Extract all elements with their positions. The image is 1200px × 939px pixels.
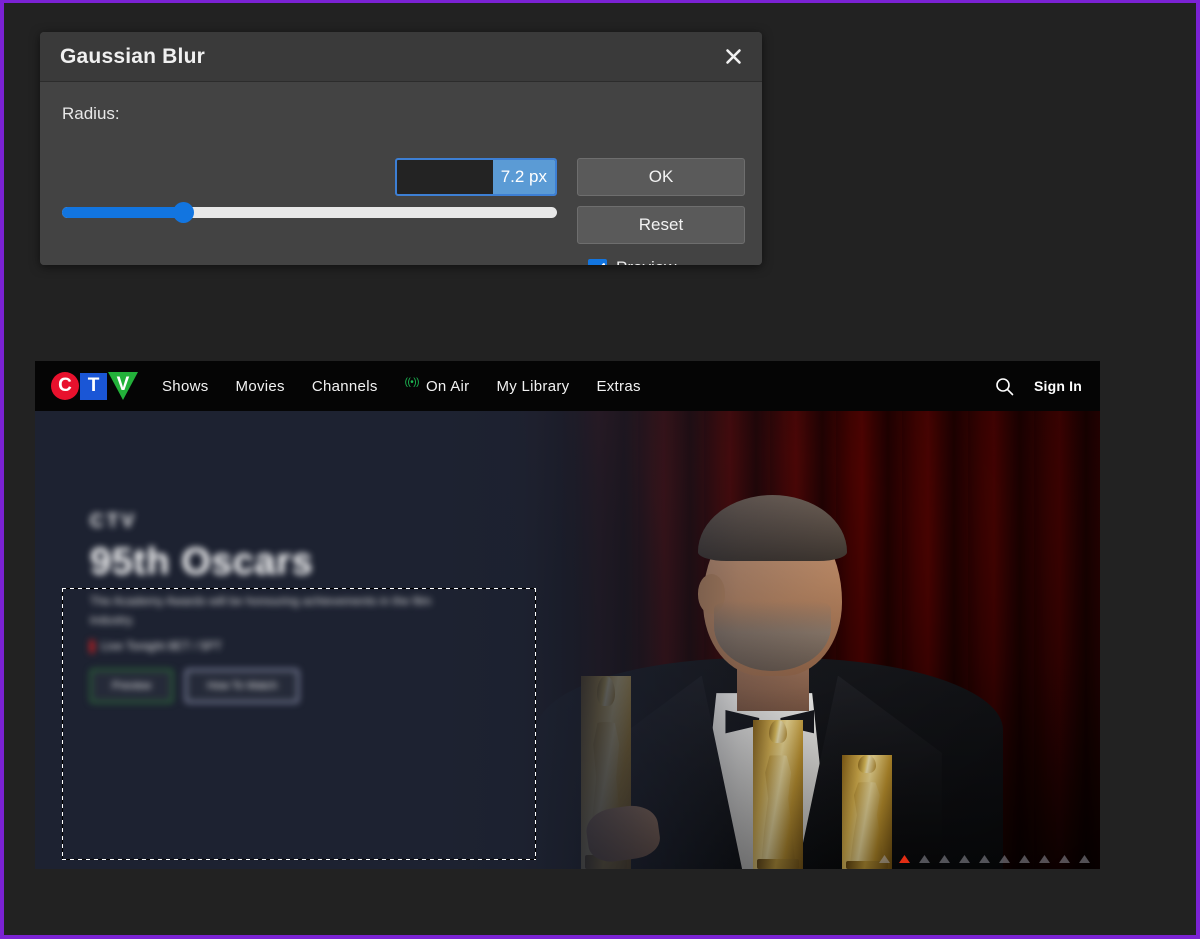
logo-c-circle: C xyxy=(51,372,79,400)
nav-links: Shows Movies Channels ((•)) On Air My Li… xyxy=(162,376,641,395)
live-indicator-bar xyxy=(90,639,94,653)
carousel-indicators xyxy=(879,855,1090,863)
radius-label: Radius: xyxy=(62,104,120,123)
sign-in-button[interactable]: Sign In xyxy=(1034,378,1082,394)
dialog-titlebar[interactable]: Gaussian Blur xyxy=(40,32,762,82)
broadcast-icon: ((•)) xyxy=(404,376,420,388)
checkbox-checked-icon[interactable] xyxy=(588,258,607,265)
carousel-dot[interactable] xyxy=(939,855,950,863)
nav-right-group: Sign In xyxy=(995,377,1082,396)
ctv-logo[interactable]: C T V xyxy=(51,372,138,400)
carousel-dot[interactable] xyxy=(919,855,930,863)
reset-button[interactable]: Reset xyxy=(577,206,745,244)
nav-item-shows[interactable]: Shows xyxy=(162,378,209,395)
carousel-dot[interactable] xyxy=(1079,855,1090,863)
hero-banner: CTV 95th Oscars The Academy Awards will … xyxy=(35,411,1100,869)
ok-button[interactable]: OK xyxy=(577,158,745,196)
carousel-dot[interactable] xyxy=(879,855,890,863)
carousel-dot-active[interactable] xyxy=(899,855,910,863)
hero-live-row: Live Tonight 8ET / 5PT xyxy=(90,639,490,653)
radius-input-value: 7.2 px xyxy=(492,160,555,194)
close-icon[interactable] xyxy=(718,42,748,72)
slider-thumb[interactable] xyxy=(173,201,195,223)
radius-slider[interactable] xyxy=(62,201,557,223)
nav-item-extras[interactable]: Extras xyxy=(596,378,640,395)
nav-item-movies[interactable]: Movies xyxy=(236,378,285,395)
nav-item-channels[interactable]: Channels xyxy=(312,378,378,395)
app-canvas: Gaussian Blur Radius: 7.2 px OK Reset C … xyxy=(4,3,1196,935)
preview-label: Preview xyxy=(616,258,676,265)
hero-title: 95th Oscars xyxy=(90,541,314,583)
hero-live-text: Live Tonight 8ET / 5PT xyxy=(101,639,222,654)
preview-checkbox-row[interactable]: Preview xyxy=(588,258,676,265)
dialog-body: Radius: 7.2 px OK Reset Preview xyxy=(40,82,762,265)
logo-v-letter: V xyxy=(116,374,130,395)
how-to-watch-button[interactable]: How To Watch xyxy=(185,669,300,704)
search-icon[interactable] xyxy=(995,377,1014,396)
hero-copy-blurred: CTV 95th Oscars The Academy Awards will … xyxy=(90,511,490,704)
carousel-dot[interactable] xyxy=(979,855,990,863)
logo-t-square: T xyxy=(80,372,107,400)
hero-description: The Academy Awards will be honouring ach… xyxy=(90,594,432,627)
carousel-dot[interactable] xyxy=(1039,855,1050,863)
gaussian-blur-dialog: Gaussian Blur Radius: 7.2 px OK Reset xyxy=(40,32,762,265)
ctv-site-screenshot: C T V Shows Movies Channels ((•)) On Air… xyxy=(35,361,1100,869)
logo-v-triangle: V xyxy=(108,372,138,400)
hero-buttons: Preview How To Watch xyxy=(90,669,490,704)
carousel-dot[interactable] xyxy=(1019,855,1030,863)
radius-input[interactable]: 7.2 px xyxy=(395,158,557,196)
nav-item-on-air-label: On Air xyxy=(425,377,470,395)
carousel-dot[interactable] xyxy=(1059,855,1070,863)
slider-fill xyxy=(62,206,184,218)
carousel-dot[interactable] xyxy=(959,855,970,863)
nav-item-on-air[interactable]: ((•)) On Air xyxy=(404,376,470,395)
site-navbar: C T V Shows Movies Channels ((•)) On Air… xyxy=(35,361,1100,411)
hero-kicker: CTV xyxy=(90,511,137,532)
carousel-dot[interactable] xyxy=(999,855,1010,863)
nav-item-my-library[interactable]: My Library xyxy=(496,378,569,395)
preview-button[interactable]: Preview xyxy=(90,669,174,704)
dialog-title: Gaussian Blur xyxy=(60,44,205,68)
